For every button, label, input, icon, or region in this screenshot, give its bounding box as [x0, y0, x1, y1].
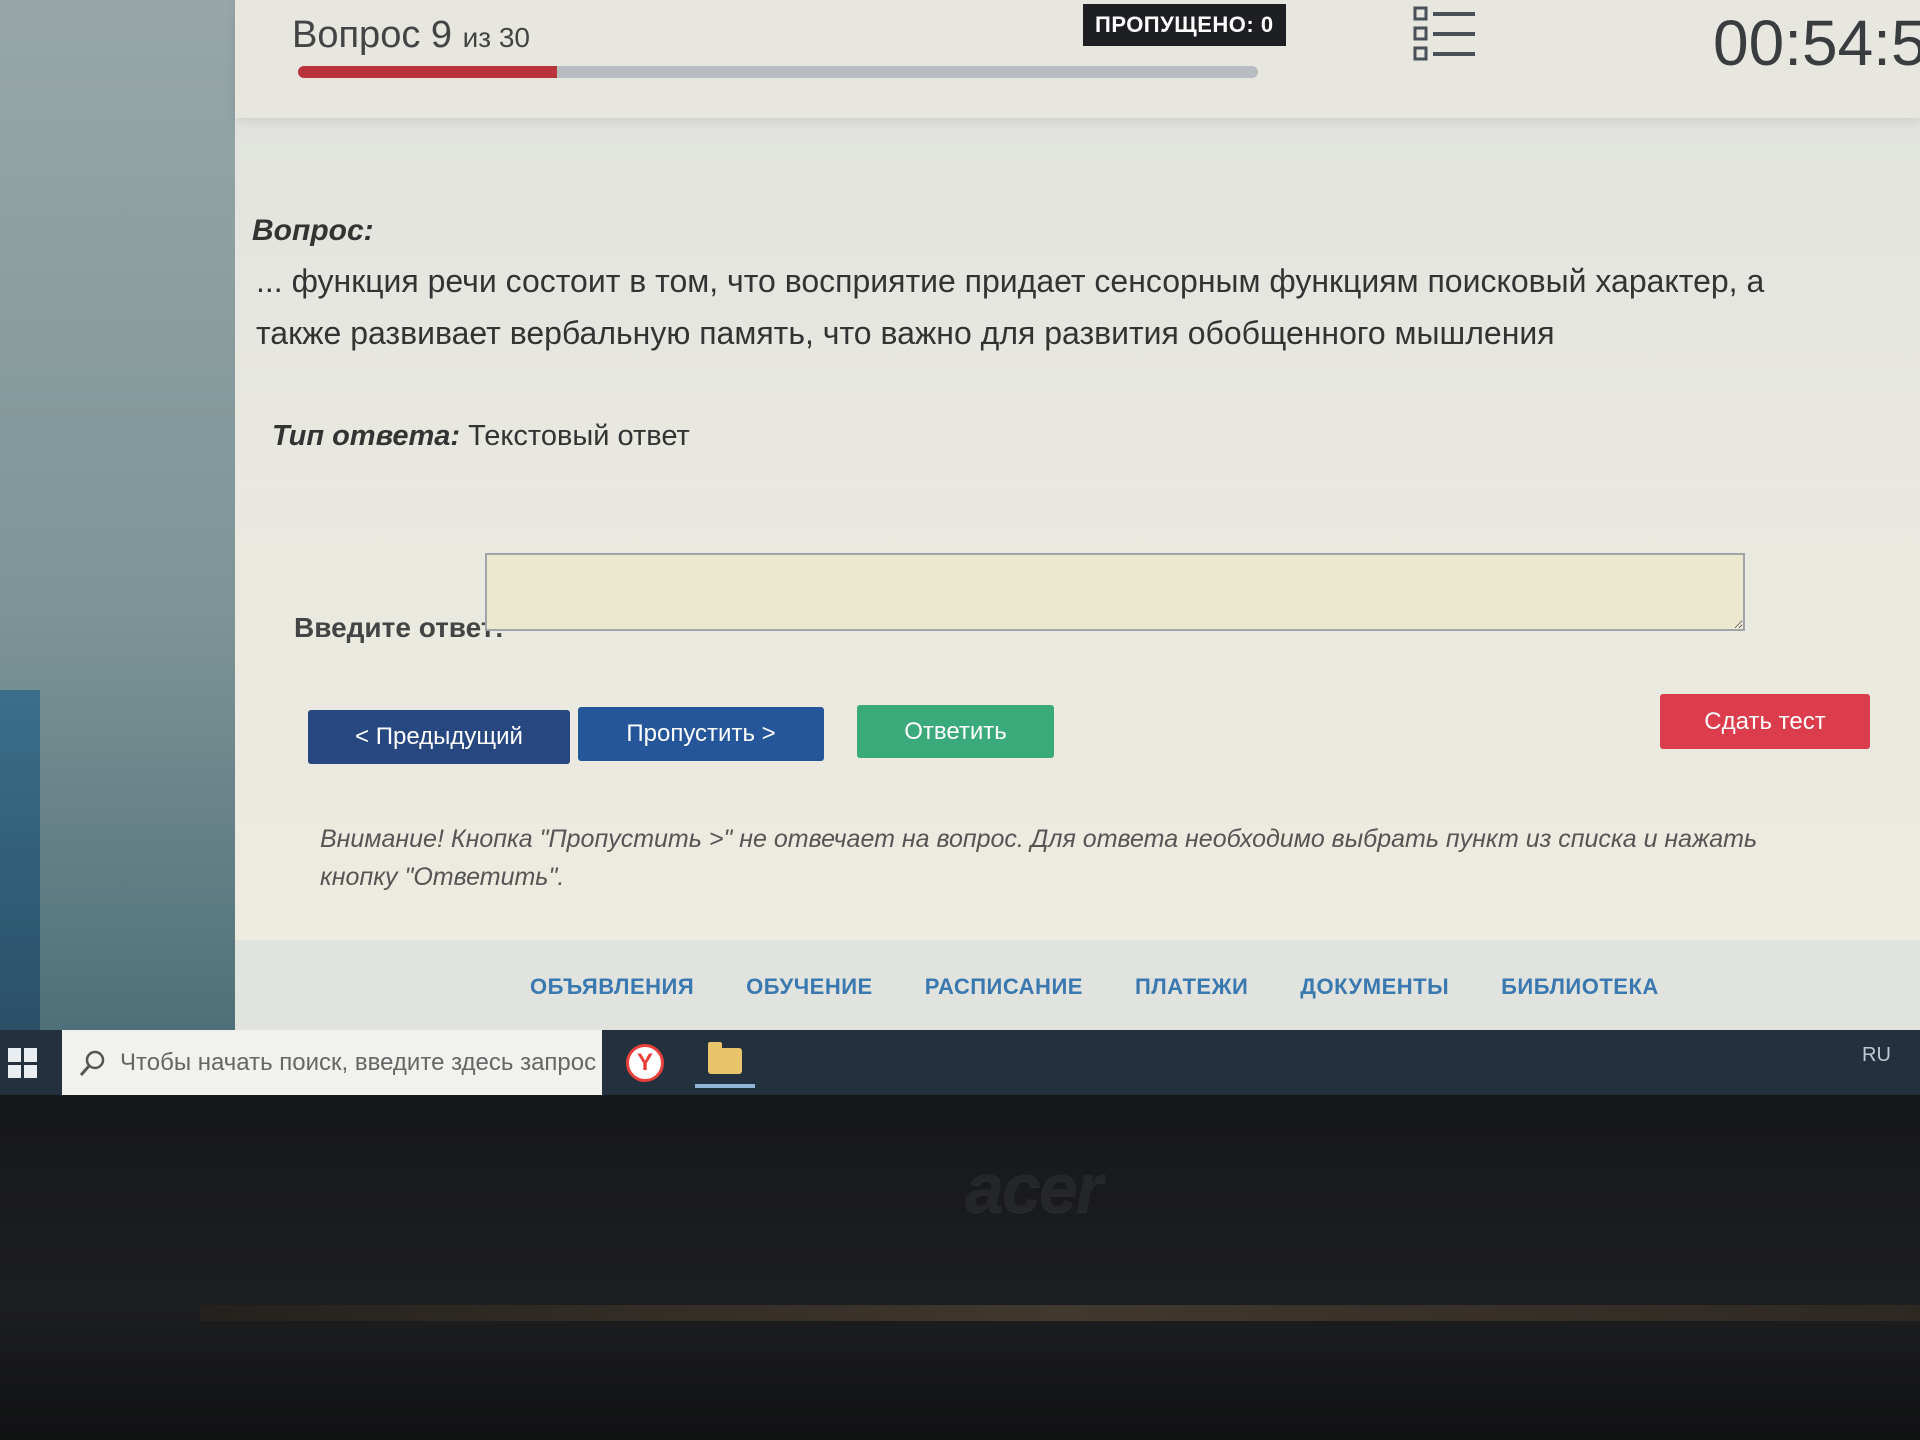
question-counter: Вопрос 9 из 30	[292, 14, 530, 57]
question-total: из 30	[462, 22, 530, 53]
timer: 00:54:54	[1713, 7, 1920, 79]
file-explorer-icon[interactable]	[695, 1038, 755, 1088]
list-icon[interactable]	[1413, 6, 1477, 64]
windows-start-icon[interactable]	[8, 1048, 38, 1078]
progress-fill	[298, 66, 558, 78]
footer-link-documents[interactable]: ДОКУМЕНТЫ	[1300, 974, 1449, 1000]
laptop-bezel	[0, 1095, 1920, 1440]
answer-button[interactable]: Ответить	[857, 705, 1054, 758]
yandex-letter: Y	[626, 1044, 664, 1082]
yandex-browser-icon[interactable]: Y	[615, 1038, 675, 1088]
footer-nav: ОБЪЯВЛЕНИЯ ОБУЧЕНИЕ РАСПИСАНИЕ ПЛАТЕЖИ Д…	[235, 940, 1920, 1030]
monitor-screen: Вопрос 9 из 30 ПРОПУЩЕНО: 0 00:54:54 Воп…	[0, 0, 1920, 1095]
previous-button[interactable]: < Предыдущий	[308, 710, 570, 764]
footer-link-library[interactable]: БИБЛИОТЕКА	[1501, 974, 1659, 1000]
question-text: ... функция речи состоит в том, что восп…	[256, 263, 1765, 351]
footer-link-schedule[interactable]: РАСПИСАНИЕ	[925, 974, 1083, 1000]
footer-link-payments[interactable]: ПЛАТЕЖИ	[1135, 974, 1248, 1000]
submit-test-button[interactable]: Сдать тест	[1660, 694, 1870, 749]
taskbar: Чтобы начать поиск, введите здесь запрос…	[0, 1030, 1920, 1095]
answer-input-label: Введите ответ:	[294, 612, 504, 643]
footer-link-learning[interactable]: ОБУЧЕНИЕ	[746, 974, 873, 1000]
test-header: Вопрос 9 из 30 ПРОПУЩЕНО: 0 00:54:54	[235, 0, 1920, 118]
skip-button[interactable]: Пропустить >	[578, 707, 824, 761]
bezel-edge	[200, 1305, 1920, 1321]
answer-type-value: Текстовый ответ	[468, 420, 690, 452]
background-sidebar	[0, 690, 40, 1030]
answer-textarea[interactable]	[485, 553, 1745, 631]
answer-type: Тип ответа: Текстовый ответ	[272, 420, 690, 453]
language-indicator[interactable]: RU	[1862, 1044, 1891, 1067]
answer-type-label: Тип ответа:	[272, 420, 461, 452]
warning-note: Внимание! Кнопка "Пропустить >" не отвеч…	[320, 825, 1758, 891]
question-number: Вопрос 9	[292, 14, 453, 56]
question-label: Вопрос:	[252, 214, 374, 247]
skipped-badge: ПРОПУЩЕНО: 0	[1083, 4, 1286, 46]
progress-bar	[298, 66, 1258, 78]
footer-link-announcements[interactable]: ОБЪЯВЛЕНИЯ	[530, 974, 694, 1000]
search-icon	[79, 1050, 105, 1076]
brand-logo: acer	[965, 1149, 1103, 1227]
search-placeholder: Чтобы начать поиск, введите здесь запрос	[120, 1048, 597, 1076]
taskbar-search[interactable]: Чтобы начать поиск, введите здесь запрос	[62, 1030, 602, 1095]
background-window-strip	[0, 0, 235, 1030]
